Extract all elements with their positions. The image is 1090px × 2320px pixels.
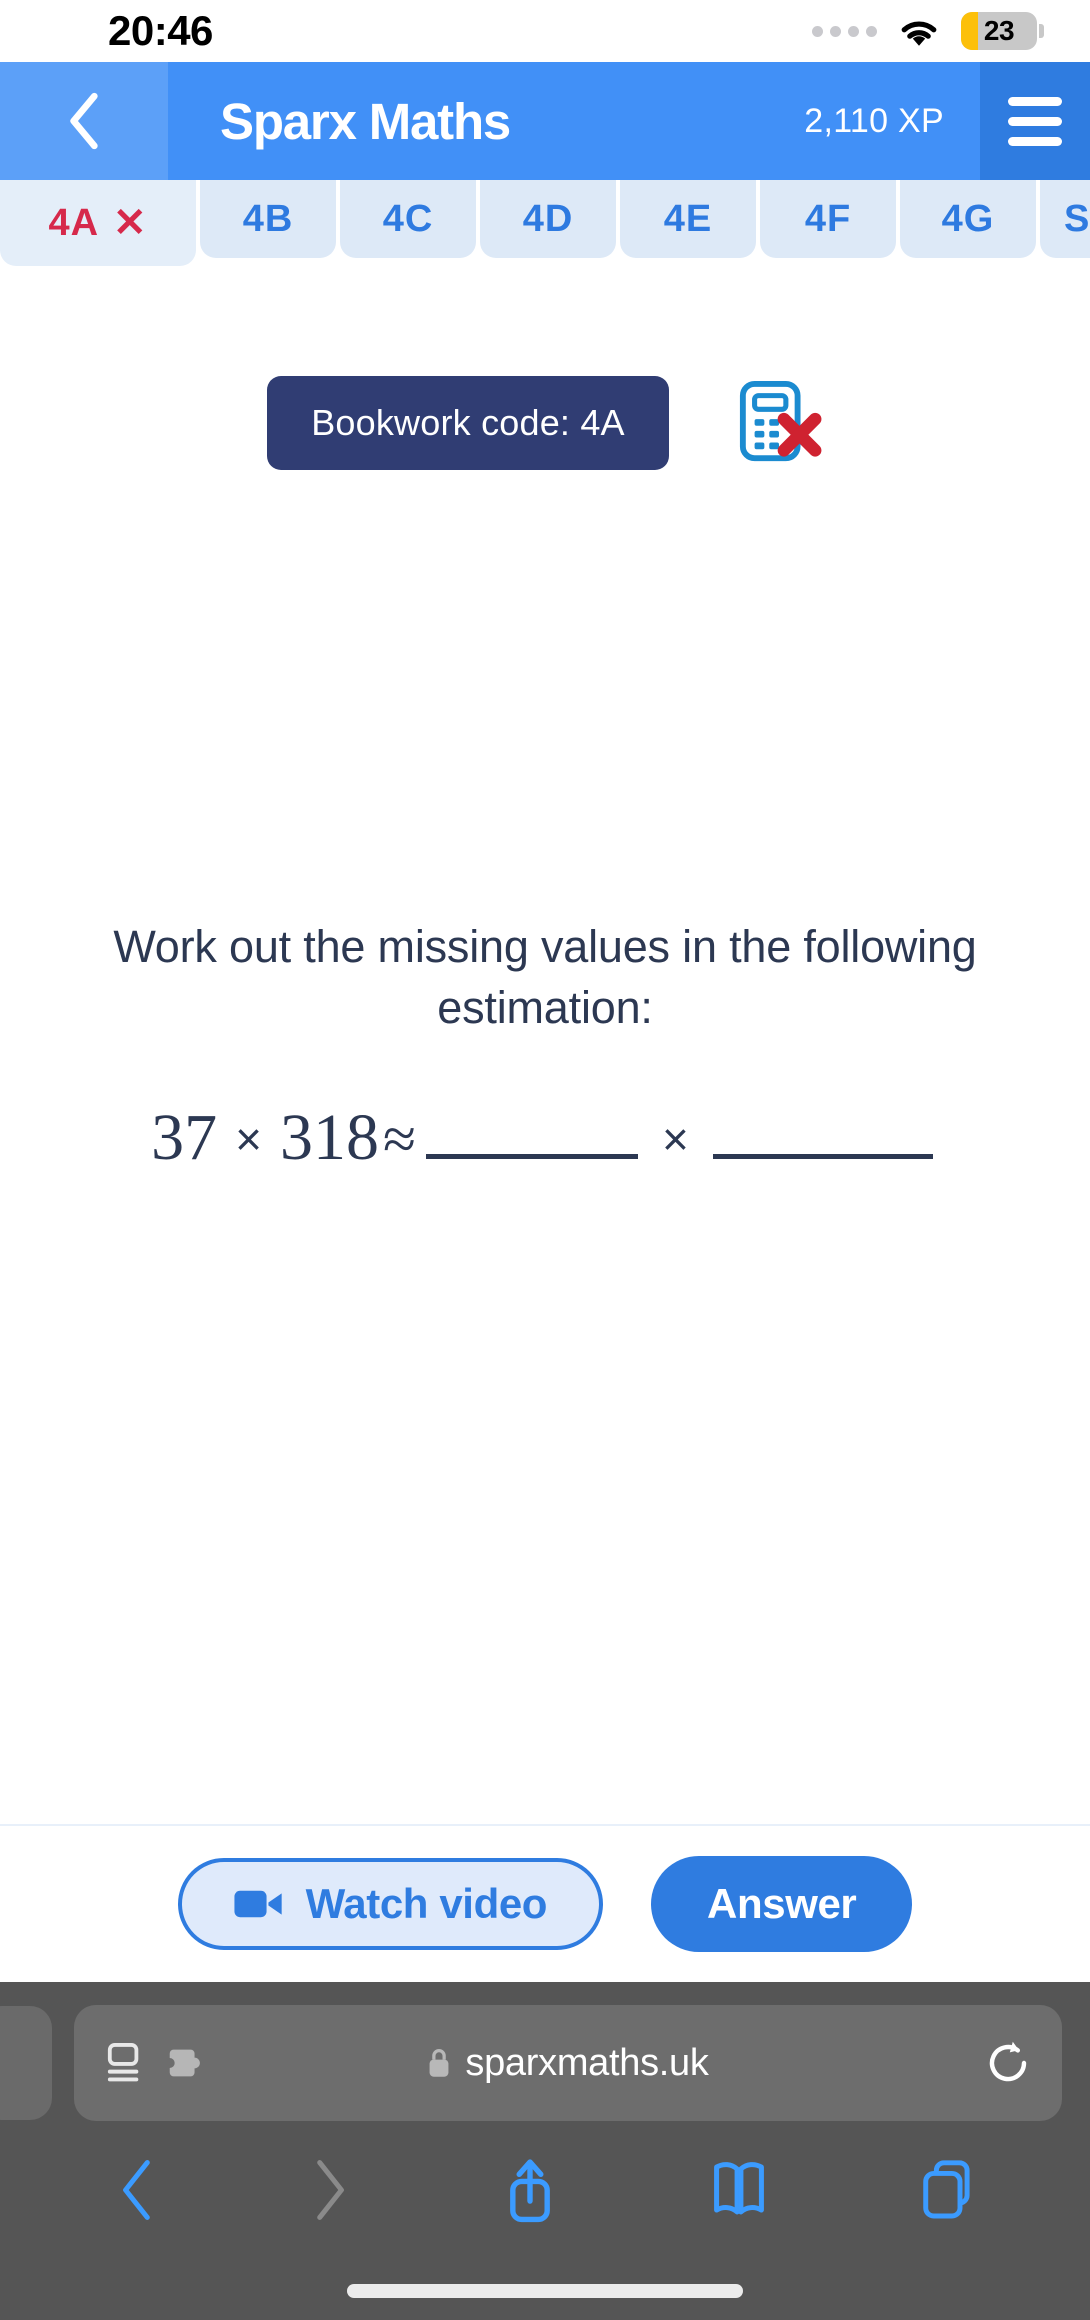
tab-label: 4G [941, 197, 995, 240]
tab-4a[interactable]: 4A ✕ [0, 180, 196, 266]
battery-fill [961, 12, 979, 50]
battery-cap [1039, 24, 1044, 38]
app-title: Sparx Maths [220, 92, 511, 150]
equation-left-operand: 37 [151, 1101, 218, 1175]
tab-4b[interactable]: 4B [200, 180, 336, 258]
tab-label: 4A [48, 201, 100, 244]
equation-relation: ≈ [383, 1106, 416, 1173]
safari-browser-chrome: sparxmaths.uk [0, 1982, 1090, 2320]
tab-4c[interactable]: 4C [340, 180, 476, 258]
tab-4e[interactable]: 4E [620, 180, 756, 258]
equation: 37 × 318 ≈ × [151, 1100, 939, 1176]
video-camera-icon [234, 1890, 282, 1918]
tab-label: 4C [382, 197, 434, 240]
battery-indicator: 23 [961, 12, 1044, 50]
question-prompt: Work out the missing values in the follo… [113, 920, 977, 1033]
action-bar: Watch video Answer [0, 1826, 1090, 1982]
question-card: Bookwork code: 4A Work out the missing v… [0, 266, 1090, 1826]
question-body: Work out the missing values in the follo… [0, 266, 1090, 1826]
answer-button[interactable]: Answer [651, 1856, 913, 1952]
url-display: sparxmaths.uk [74, 2042, 1062, 2085]
status-indicators: 23 [812, 12, 1044, 50]
tab-4d[interactable]: 4D [480, 180, 616, 258]
app-title-area: Sparx Maths [168, 62, 804, 180]
app-root: 20:46 23 Sparx Maths 2,110 XP 4A ✕ 4B 4C… [0, 0, 1090, 2320]
safari-tabs-button[interactable] [921, 2158, 973, 2222]
equation-operator-1: × [235, 1113, 263, 1166]
wifi-icon [901, 21, 937, 46]
address-bar[interactable]: sparxmaths.uk [74, 2005, 1062, 2121]
equation-blank-1[interactable] [425, 1115, 638, 1160]
answer-label: Answer [707, 1880, 857, 1927]
watch-video-label: Watch video [305, 1880, 548, 1927]
adjacent-tab-peek[interactable] [0, 2006, 52, 2120]
status-bar: 20:46 23 [0, 0, 1090, 62]
hamburger-menu-button[interactable] [980, 62, 1090, 180]
safari-toolbar [0, 2130, 1090, 2250]
header-back-button[interactable] [0, 62, 168, 180]
safari-forward-button [316, 2160, 344, 2220]
tab-label: 4E [663, 197, 713, 240]
chevron-left-icon [70, 92, 98, 150]
url-text: sparxmaths.uk [465, 2041, 709, 2084]
tab-label: 4B [242, 197, 294, 240]
tab-label: 4D [522, 197, 574, 240]
reload-icon[interactable] [986, 2039, 1030, 2087]
puzzle-piece-icon[interactable] [164, 2045, 206, 2081]
xp-counter: 2,110 XP [804, 101, 944, 140]
status-time: 20:46 [108, 7, 213, 54]
question-tab-strip[interactable]: 4A ✕ 4B 4C 4D 4E 4F 4G Su [0, 180, 1090, 266]
watch-video-button[interactable]: Watch video [177, 1858, 604, 1950]
safari-url-row: sparxmaths.uk [0, 2004, 1090, 2122]
tab-label: 4F [804, 197, 852, 240]
safari-share-button[interactable] [503, 2155, 557, 2225]
hamburger-menu-icon [1008, 96, 1062, 106]
safari-bookmarks-button[interactable] [710, 2159, 768, 2221]
equation-right-operand: 318 [280, 1101, 380, 1175]
tab-su[interactable]: Su [1040, 180, 1090, 258]
tab-4g[interactable]: 4G [900, 180, 1036, 258]
equation-blank-2[interactable] [712, 1115, 933, 1160]
cellular-dots-icon [812, 25, 877, 37]
tab-4f[interactable]: 4F [760, 180, 896, 258]
tab-label: Su [1064, 197, 1090, 240]
safari-back-button[interactable] [117, 2158, 157, 2222]
tab-close-icon[interactable]: ✕ [113, 203, 148, 243]
app-header: Sparx Maths 2,110 XP [0, 62, 1090, 180]
reader-view-icon[interactable] [106, 2042, 144, 2084]
battery-level: 23 [983, 15, 1015, 46]
equation-operator-2: × [661, 1113, 689, 1166]
lock-icon [429, 2049, 449, 2077]
home-indicator [347, 2284, 743, 2298]
